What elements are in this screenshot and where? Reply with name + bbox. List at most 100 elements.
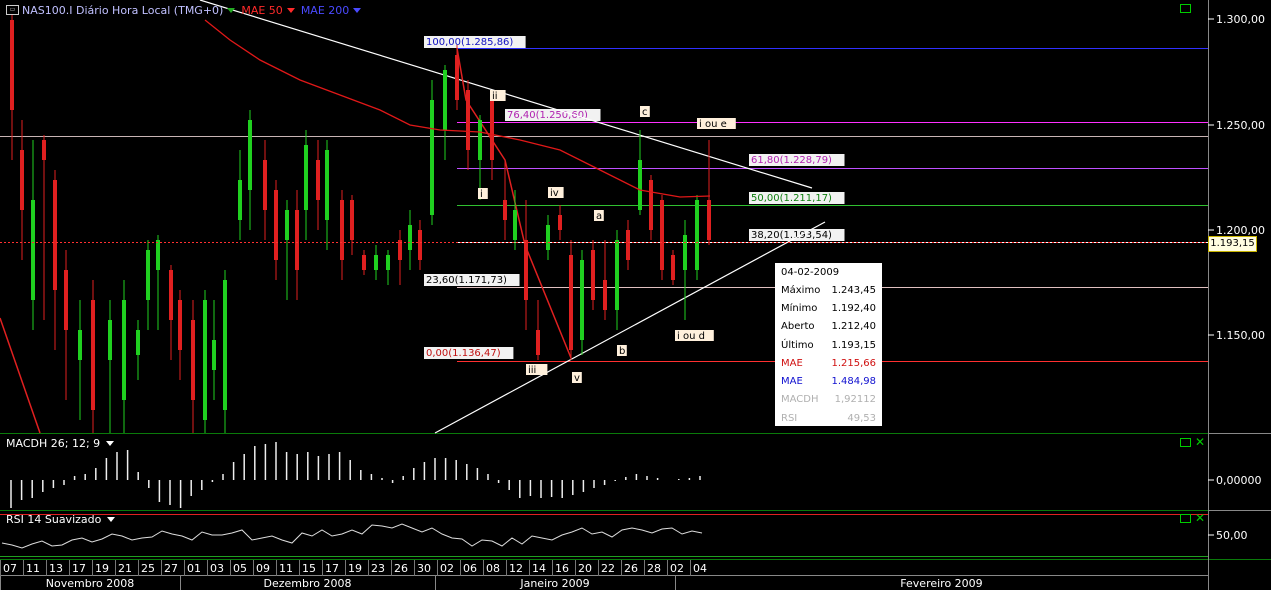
candle[interactable] [203,300,207,420]
fib-level-label: 61,80(1.228,79) [751,155,832,166]
mae200-label[interactable]: MAE 200 [301,4,349,17]
candle[interactable] [178,300,182,350]
candle[interactable] [248,120,252,190]
candle[interactable] [108,320,112,360]
candle[interactable] [524,240,528,300]
candle[interactable] [671,255,675,280]
candle[interactable] [136,330,140,355]
date-tick: 23 [371,562,385,575]
mae50-label[interactable]: MAE 50 [241,4,282,17]
candle[interactable] [91,300,95,410]
candlesticks[interactable] [10,15,711,433]
candle[interactable] [325,150,329,220]
date-axis[interactable]: 07 11 13 17 19 21 25 27 01 03 05 09 11 15 17 19 23 26 30 02… [0,560,1208,590]
maximize-macd-panel-icon[interactable] [1180,438,1191,447]
price-axis-tick: 1.250,00 [1216,119,1265,132]
tooltip-row: Aberto 1.212,40 [775,318,882,336]
candle[interactable] [649,180,653,230]
candle[interactable] [418,230,422,260]
wave-label: iii [528,365,536,376]
candle[interactable] [263,160,267,210]
candle[interactable] [546,225,550,250]
candle[interactable] [238,180,242,220]
candle[interactable] [386,255,390,270]
candle[interactable] [10,20,14,110]
candle[interactable] [340,200,344,260]
candle[interactable] [615,240,619,310]
candle[interactable] [626,230,630,260]
candle[interactable] [466,90,470,150]
wave-label: i ou e [699,119,727,130]
candle[interactable] [536,330,540,355]
candle[interactable] [591,250,595,300]
maximize-rsi-panel-icon[interactable] [1180,514,1191,523]
candle[interactable] [580,260,584,340]
candle[interactable] [443,70,447,130]
upper-trend-line[interactable] [199,0,813,189]
candle[interactable] [503,200,507,220]
mae50-menu-chevron-icon[interactable] [286,7,295,13]
candle[interactable] [146,250,150,300]
candle[interactable] [374,255,378,270]
price-axis-tick: 1.150,00 [1216,329,1265,342]
candle[interactable] [408,225,412,250]
rsi-menu-chevron-icon[interactable] [107,517,116,522]
mae200-menu-chevron-icon[interactable] [353,7,362,13]
candle[interactable] [156,240,160,270]
chart-header: ▭ NAS100.I Diário Hora Local (TMG+0) MAE… [6,3,367,17]
candle[interactable] [490,100,494,160]
candle[interactable] [362,255,366,270]
date-tick: 09 [256,562,270,575]
rsi-panel-label[interactable]: RSI 14 Suavizado [6,513,116,526]
month-label: Novembro 2008 [46,577,134,590]
candle[interactable] [31,200,35,300]
candle[interactable] [20,150,24,210]
candle[interactable] [274,190,278,260]
date-tick: 16 [555,562,569,575]
instrument-menu-chevron-icon[interactable] [227,7,236,13]
candle[interactable] [295,210,299,270]
candle[interactable] [304,145,308,210]
candle[interactable] [78,330,82,360]
candle[interactable] [660,200,664,270]
month-label: Dezembro 2008 [264,577,352,590]
rsi-line[interactable] [1,523,703,549]
candle[interactable] [430,100,434,215]
candle[interactable] [223,280,227,410]
date-tick: 21 [118,562,132,575]
candle[interactable] [695,200,699,270]
macd-histogram[interactable] [10,442,701,508]
candle[interactable] [455,55,459,100]
candle[interactable] [316,160,320,200]
macd-panel-label[interactable]: MACDH 26; 12; 9 [6,437,115,450]
maximize-main-panel-icon[interactable] [1180,4,1191,13]
candle[interactable] [64,270,68,330]
macd-menu-chevron-icon[interactable] [106,441,115,446]
candle[interactable] [638,160,642,210]
date-tick: 17 [325,562,339,575]
candle[interactable] [53,180,57,290]
candle[interactable] [191,320,195,400]
candle[interactable] [122,300,126,400]
candle[interactable] [569,255,573,350]
candle[interactable] [42,140,46,160]
candle[interactable] [212,340,216,370]
candle[interactable] [169,270,173,320]
candle[interactable] [558,215,562,230]
candle[interactable] [513,210,517,240]
chart-icon[interactable]: ▭ [6,5,19,15]
tooltip-row-label: MACDH [781,394,819,406]
candle[interactable] [285,210,289,240]
candle[interactable] [683,235,687,270]
candle[interactable] [478,120,482,160]
candle[interactable] [603,280,607,310]
wave-label: iv [550,188,559,199]
candle[interactable] [350,200,354,240]
close-rsi-panel-icon[interactable]: ✕ [1195,512,1205,524]
candle[interactable] [707,200,711,240]
close-macd-panel-icon[interactable]: ✕ [1195,436,1205,448]
instrument-name[interactable]: NAS100.I Diário Hora Local (TMG+0) [22,4,223,17]
fib-level-label: 100,00(1.285,86) [426,37,513,48]
wave-line[interactable] [456,47,572,359]
price-chart[interactable]: 100,00(1.285,86)76,40(1.250,60)61,80(1.2… [0,0,1271,590]
